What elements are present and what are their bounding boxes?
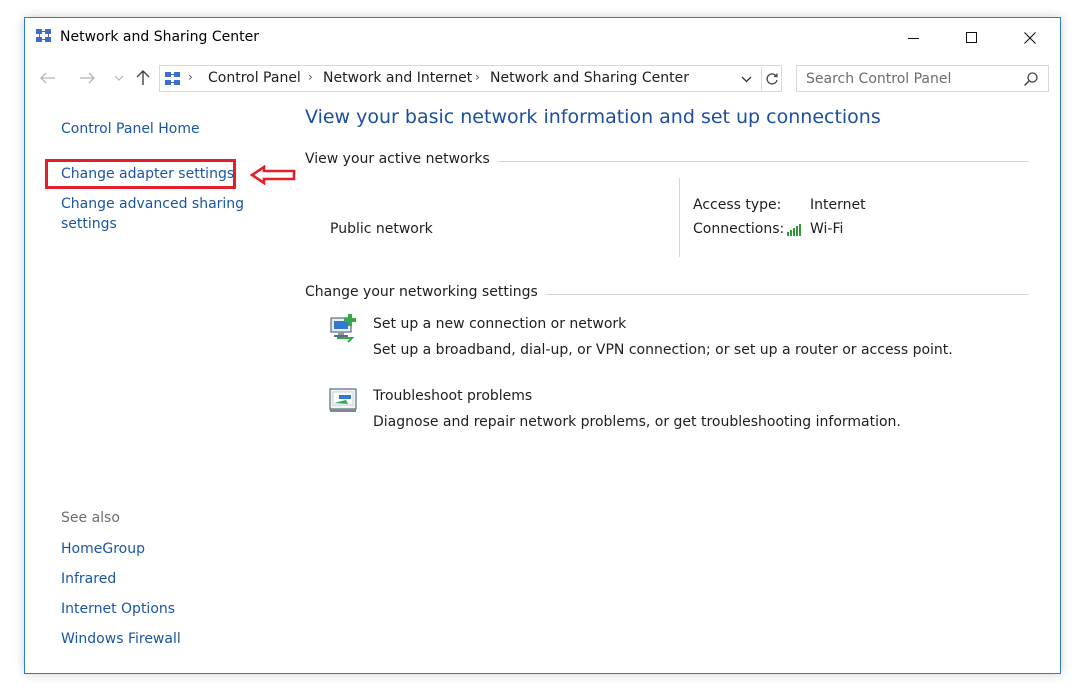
chevron-down-icon	[114, 75, 124, 81]
section-divider	[525, 294, 1029, 295]
maximize-button[interactable]	[943, 18, 1001, 58]
internet-options-link[interactable]: Internet Options	[61, 599, 175, 619]
section-divider	[465, 161, 1029, 162]
wifi-signal-icon	[787, 224, 801, 236]
setup-new-connection-link[interactable]: Set up a new connection or network	[373, 316, 626, 332]
refresh-icon	[766, 72, 778, 85]
change-advanced-sharing-settings-link[interactable]: Change advanced sharing settings	[61, 194, 261, 234]
maximize-icon	[966, 32, 977, 43]
address-bar[interactable]: › Control Panel › Network and Internet ›…	[159, 65, 782, 92]
close-button[interactable]	[1001, 18, 1059, 58]
chevron-down-icon	[741, 76, 751, 82]
troubleshoot-icon	[329, 388, 357, 412]
setup-new-connection-description: Set up a broadband, dial-up, or VPN conn…	[373, 342, 953, 358]
window-title: Network and Sharing Center	[60, 29, 260, 45]
navigation-bar: › Control Panel › Network and Internet ›…	[25, 62, 1060, 94]
see-also-heading: See also	[61, 510, 120, 526]
back-arrow-icon	[40, 72, 55, 84]
control-panel-icon	[165, 72, 180, 85]
title-bar: Network and Sharing Center	[25, 18, 1060, 58]
page-title: View your basic network information and …	[305, 106, 881, 128]
up-button[interactable]	[132, 66, 154, 90]
breadcrumb-separator-icon: ›	[308, 70, 313, 84]
minimize-button[interactable]	[885, 18, 943, 58]
network-center-icon	[36, 29, 51, 42]
forward-arrow-icon	[80, 72, 95, 84]
troubleshoot-problems-link[interactable]: Troubleshoot problems	[373, 388, 532, 404]
network-info-divider	[679, 178, 680, 257]
network-sharing-center-window: Network and Sharing Center › Control Pan…	[24, 17, 1061, 674]
up-arrow-icon	[136, 70, 150, 85]
access-type-label: Access type:	[693, 197, 782, 213]
refresh-button[interactable]	[761, 67, 782, 90]
address-dropdown-button[interactable]	[737, 71, 755, 87]
search-box	[796, 65, 1049, 92]
forward-button[interactable]	[76, 66, 98, 90]
change-adapter-settings-link[interactable]: Change adapter settings	[61, 164, 234, 184]
control-panel-home-link[interactable]: Control Panel Home	[61, 119, 200, 139]
left-navigation-pane: Control Panel Home Change adapter settin…	[25, 98, 296, 673]
connections-label: Connections:	[693, 221, 785, 237]
networking-settings-heading: Change your networking settings	[305, 284, 546, 300]
breadcrumb-control-panel[interactable]: Control Panel	[208, 70, 301, 86]
close-icon	[1024, 32, 1036, 44]
annotation-arrow-icon	[250, 165, 296, 185]
active-networks-heading: View your active networks	[305, 151, 498, 167]
breadcrumb-network-and-sharing-center[interactable]: Network and Sharing Center	[490, 70, 689, 86]
recent-locations-button[interactable]	[108, 66, 130, 90]
troubleshoot-problems-description: Diagnose and repair network problems, or…	[373, 414, 901, 430]
windows-firewall-link[interactable]: Windows Firewall	[61, 629, 181, 649]
breadcrumb-network-and-internet[interactable]: Network and Internet	[323, 70, 472, 86]
breadcrumb-separator-icon: ›	[475, 70, 480, 84]
search-icon[interactable]	[1023, 71, 1039, 87]
infrared-link[interactable]: Infrared	[61, 569, 116, 589]
breadcrumb-separator-icon: ›	[188, 70, 193, 84]
minimize-icon	[908, 38, 919, 39]
new-connection-icon	[330, 314, 356, 343]
back-button[interactable]	[37, 66, 59, 90]
wifi-connection-link[interactable]: Wi-Fi	[810, 221, 843, 237]
access-type-value: Internet	[810, 197, 866, 213]
search-input[interactable]	[798, 67, 1018, 90]
homegroup-link[interactable]: HomeGroup	[61, 539, 145, 559]
network-name: Public network	[330, 221, 433, 237]
